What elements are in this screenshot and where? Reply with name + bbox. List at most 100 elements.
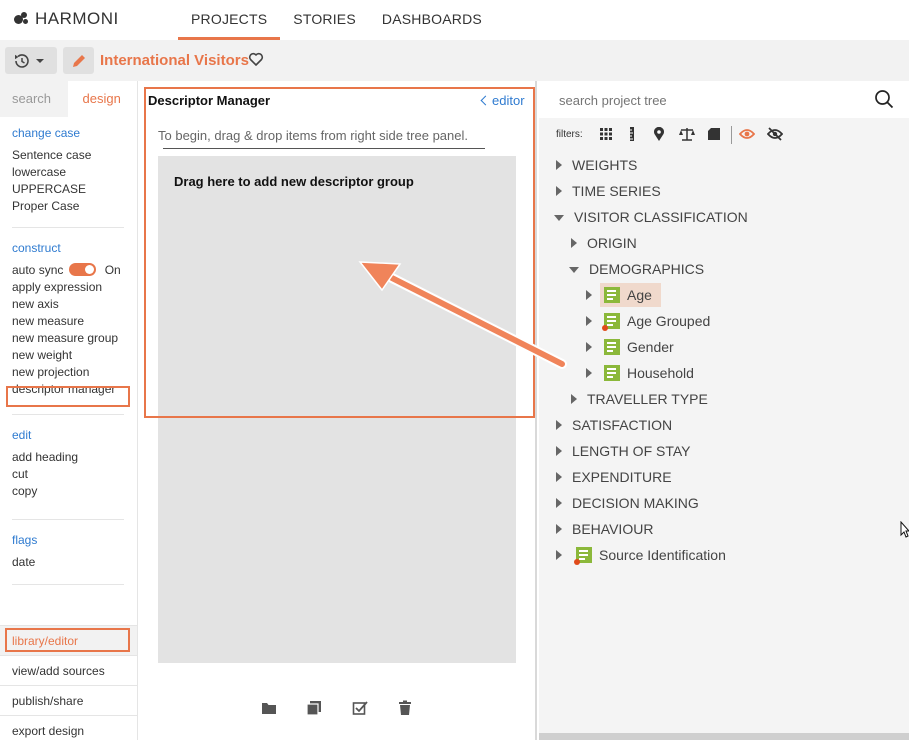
tab-projects[interactable]: PROJECTS bbox=[178, 0, 281, 40]
export-design-link[interactable]: export design bbox=[0, 715, 137, 740]
caret-right-icon[interactable] bbox=[586, 316, 592, 326]
tree-node-time-series[interactable]: TIME SERIES bbox=[556, 178, 661, 204]
tree-node-label: SATISFACTION bbox=[572, 417, 673, 433]
history-button[interactable] bbox=[5, 47, 57, 74]
logo-mark-icon bbox=[14, 12, 32, 26]
tree-node-label: TIME SERIES bbox=[572, 183, 661, 199]
caret-right-icon[interactable] bbox=[586, 368, 592, 378]
tree-node-visitor-classification[interactable]: VISITOR CLASSIFICATION bbox=[554, 204, 748, 230]
new-axis-item[interactable]: new axis bbox=[12, 296, 125, 313]
tree-node-traveller-type[interactable]: TRAVELLER TYPE bbox=[571, 386, 708, 412]
caret-down-icon[interactable] bbox=[569, 267, 579, 273]
caret-right-icon[interactable] bbox=[556, 472, 562, 482]
caret-right-icon[interactable] bbox=[556, 498, 562, 508]
new-projection-item[interactable]: new projection bbox=[12, 364, 125, 381]
tag-filter-icon[interactable] bbox=[706, 126, 722, 142]
new-measure-item[interactable]: new measure bbox=[12, 313, 125, 330]
grid-filter-icon[interactable] bbox=[598, 126, 614, 142]
cut-item[interactable]: cut bbox=[12, 466, 125, 483]
edit-button[interactable] bbox=[63, 47, 94, 74]
trash-icon[interactable] bbox=[397, 700, 413, 716]
tree-node-decision-making[interactable]: DECISION MAKING bbox=[556, 490, 699, 516]
variable-icon bbox=[602, 313, 620, 331]
tree-node-label: ORIGIN bbox=[587, 235, 637, 251]
caret-right-icon[interactable] bbox=[556, 550, 562, 560]
tree-node-gender[interactable]: Gender bbox=[586, 334, 674, 360]
caret-right-icon[interactable] bbox=[556, 186, 562, 196]
copy-item[interactable]: copy bbox=[12, 483, 125, 500]
search-icon[interactable] bbox=[874, 89, 894, 109]
caret-right-icon[interactable] bbox=[556, 160, 562, 170]
sentence-case-option[interactable]: Sentence case bbox=[12, 147, 125, 164]
auto-sync-toggle[interactable] bbox=[69, 263, 97, 276]
view-add-sources-link[interactable]: view/add sources bbox=[0, 655, 137, 685]
tree-node-household[interactable]: Household bbox=[586, 360, 694, 386]
tree-node-length-of-stay[interactable]: LENGTH OF STAY bbox=[556, 438, 691, 464]
variable-icon bbox=[604, 339, 620, 355]
heart-icon[interactable] bbox=[248, 51, 264, 67]
flags-section: flags date bbox=[0, 533, 137, 585]
uppercase-option[interactable]: UPPERCASE bbox=[12, 181, 125, 198]
tree-node-label: EXPENDITURE bbox=[572, 469, 672, 485]
tree-node-label: BEHAVIOUR bbox=[572, 521, 654, 537]
caret-down-icon[interactable] bbox=[554, 215, 564, 221]
filters-divider bbox=[731, 126, 732, 144]
caret-right-icon[interactable] bbox=[586, 290, 592, 300]
tree-node-origin[interactable]: ORIGIN bbox=[571, 230, 637, 256]
tab-design[interactable]: design bbox=[68, 81, 137, 117]
publish-share-link[interactable]: publish/share bbox=[0, 685, 137, 715]
toolbar: International Visitors bbox=[0, 40, 909, 81]
checkbox-icon[interactable] bbox=[352, 700, 368, 716]
tree-node-label: Source Identification bbox=[599, 547, 726, 563]
auto-sync-label: auto sync bbox=[12, 263, 64, 277]
folder-icon[interactable] bbox=[261, 700, 277, 716]
caret-right-icon[interactable] bbox=[556, 524, 562, 534]
tree-node-source-identification[interactable]: Source Identification bbox=[556, 542, 726, 568]
eye-show-icon[interactable] bbox=[739, 126, 755, 142]
tree-node-age-grouped[interactable]: Age Grouped bbox=[586, 308, 710, 334]
caret-right-icon[interactable] bbox=[571, 394, 577, 404]
tree-node-label: Gender bbox=[627, 339, 674, 355]
scale-filter-icon[interactable] bbox=[679, 126, 695, 142]
descriptor-manager-highlight bbox=[6, 386, 130, 407]
variable-icon bbox=[604, 287, 620, 303]
date-item[interactable]: date bbox=[12, 554, 125, 571]
apply-expression-item[interactable]: apply expression bbox=[12, 279, 125, 296]
new-measure-group-item[interactable]: new measure group bbox=[12, 330, 125, 347]
logo[interactable]: HARMONI bbox=[14, 9, 119, 29]
change-case-title: change case bbox=[12, 126, 81, 140]
tree-node-expenditure[interactable]: EXPENDITURE bbox=[556, 464, 672, 490]
tree-node-weights[interactable]: WEIGHTS bbox=[556, 152, 637, 178]
tree-search-input[interactable] bbox=[559, 93, 859, 108]
proper-case-option[interactable]: Proper Case bbox=[12, 198, 125, 215]
project-title[interactable]: International Visitors bbox=[100, 52, 249, 69]
location-filter-icon[interactable] bbox=[651, 126, 667, 142]
caret-right-icon[interactable] bbox=[586, 342, 592, 352]
divider bbox=[12, 227, 124, 228]
tree-node-satisfaction[interactable]: SATISFACTION bbox=[556, 412, 672, 438]
tree-node-demographics[interactable]: DEMOGRAPHICS bbox=[569, 256, 704, 282]
caret-right-icon[interactable] bbox=[571, 238, 577, 248]
tree-node-label: LENGTH OF STAY bbox=[572, 443, 691, 459]
add-heading-item[interactable]: add heading bbox=[12, 449, 125, 466]
tab-dashboards[interactable]: DASHBOARDS bbox=[369, 0, 495, 40]
tab-search[interactable]: search bbox=[0, 81, 69, 117]
divider bbox=[12, 519, 124, 520]
pencil-icon bbox=[72, 54, 85, 67]
copy-icon[interactable] bbox=[306, 700, 322, 716]
tree-node-label: DEMOGRAPHICS bbox=[589, 261, 705, 277]
tree-node-label: WEIGHTS bbox=[572, 157, 638, 173]
filters-row: filters: bbox=[539, 121, 909, 147]
construct-title: construct bbox=[12, 241, 61, 255]
ruler-filter-icon[interactable] bbox=[624, 126, 640, 142]
caret-right-icon[interactable] bbox=[556, 446, 562, 456]
eye-hide-icon[interactable] bbox=[767, 126, 783, 142]
tree-node-behaviour[interactable]: BEHAVIOUR bbox=[556, 516, 653, 542]
horizontal-scrollbar[interactable] bbox=[539, 733, 909, 740]
new-weight-item[interactable]: new weight bbox=[12, 347, 125, 364]
tab-stories[interactable]: STORIES bbox=[280, 0, 369, 40]
tree-node-age[interactable]: Age bbox=[586, 282, 652, 308]
flags-title: flags bbox=[12, 533, 38, 547]
lowercase-option[interactable]: lowercase bbox=[12, 164, 125, 181]
caret-right-icon[interactable] bbox=[556, 420, 562, 430]
